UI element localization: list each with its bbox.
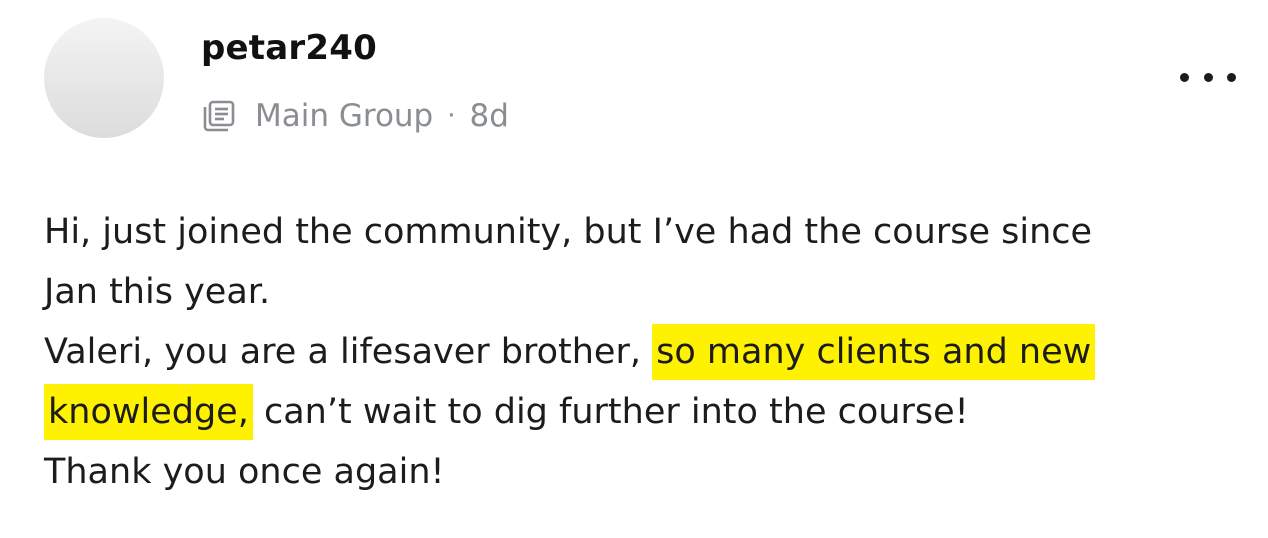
ellipsis-icon	[1227, 72, 1236, 82]
post-meta: Main Group · 8d	[201, 94, 509, 138]
more-options-button[interactable]	[1180, 62, 1236, 92]
post-text: can’t wait to dig further into the cours…	[263, 392, 969, 432]
post-text-line: Hi, just joined the community, but I’ve …	[44, 212, 1093, 252]
highlighted-text: so many clients and new	[652, 324, 1096, 380]
avatar[interactable]	[44, 18, 164, 138]
post-text-line: Jan this year.	[44, 272, 271, 312]
ellipsis-icon	[1180, 72, 1189, 82]
post-text-line: Thank you once again!	[44, 452, 445, 492]
highlighted-text: knowledge,	[44, 384, 253, 440]
post-text: Valeri, you are a lifesaver brother,	[44, 332, 641, 372]
meta-separator: ·	[447, 101, 456, 131]
post-body: Hi, just joined the community, but I’ve …	[44, 202, 1244, 502]
ellipsis-icon	[1203, 72, 1213, 82]
group-icon	[201, 98, 237, 134]
post-text-line: knowledge, can’t wait to dig further int…	[44, 382, 1244, 442]
group-name[interactable]: Main Group	[255, 98, 433, 134]
post-age: 8d	[469, 98, 509, 134]
username[interactable]: petar240	[201, 28, 377, 68]
post-card: petar240 Main Group · 8d Hi, just joined…	[0, 0, 1268, 538]
post-text-line: Valeri, you are a lifesaver brother, so …	[44, 322, 1244, 382]
